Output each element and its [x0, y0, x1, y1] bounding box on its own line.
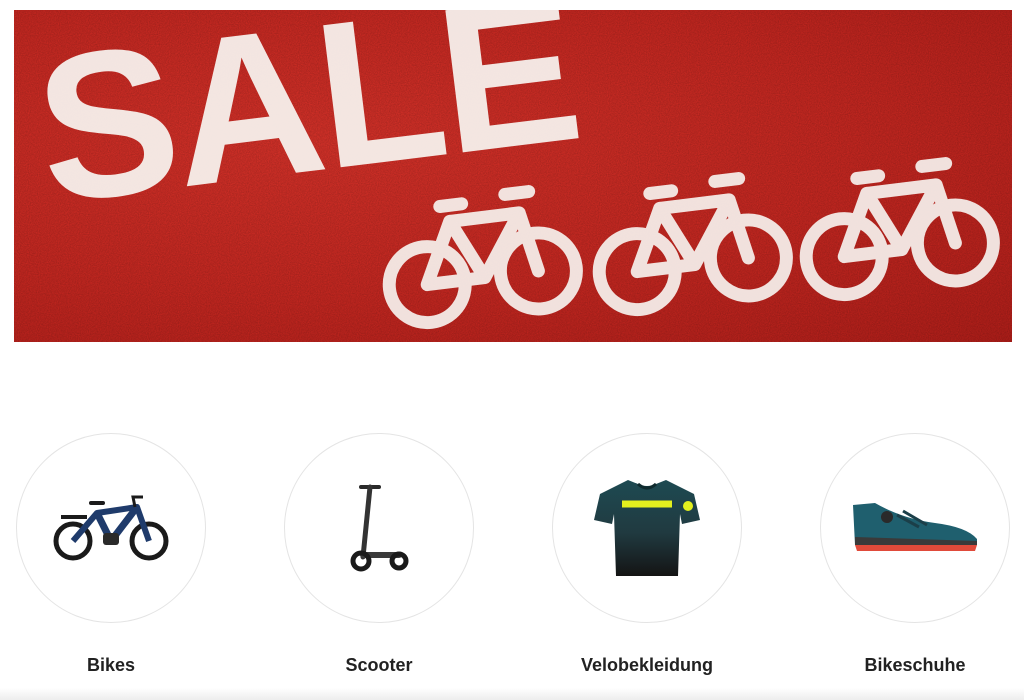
page: SALE Bikes Scooter Velobekleidung Bikesc…: [0, 0, 1024, 700]
category-bikeschuhe[interactable]: Bikeschuhe: [815, 432, 1015, 682]
category-list: Bikes Scooter Velobekleidung Bikeschuhe: [0, 432, 1024, 682]
page-bottom-edge: [0, 688, 1024, 700]
e-bike-icon: [53, 495, 169, 561]
category-label[interactable]: Scooter: [279, 655, 479, 676]
bicycle-icon: [382, 185, 583, 330]
category-velobekleidung[interactable]: Velobekleidung: [547, 432, 747, 682]
category-scooter[interactable]: Scooter: [279, 432, 479, 682]
category-label[interactable]: Bikeschuhe: [815, 655, 1015, 676]
bicycles-group: [382, 157, 1000, 330]
scooter-icon: [350, 484, 409, 572]
sale-banner[interactable]: SALE: [14, 10, 1012, 342]
bike-shoe-icon: [853, 503, 977, 551]
bicycle-icon: [592, 172, 793, 317]
category-bikes[interactable]: Bikes: [11, 432, 211, 682]
category-label[interactable]: Bikes: [11, 655, 211, 676]
jersey-icon: [594, 480, 700, 576]
category-image-circle[interactable]: [820, 433, 1010, 623]
category-image-circle[interactable]: [16, 433, 206, 623]
category-image-circle[interactable]: [552, 433, 742, 623]
category-label[interactable]: Velobekleidung: [547, 655, 747, 676]
bicycle-icon: [799, 157, 1000, 302]
category-image-circle[interactable]: [284, 433, 474, 623]
